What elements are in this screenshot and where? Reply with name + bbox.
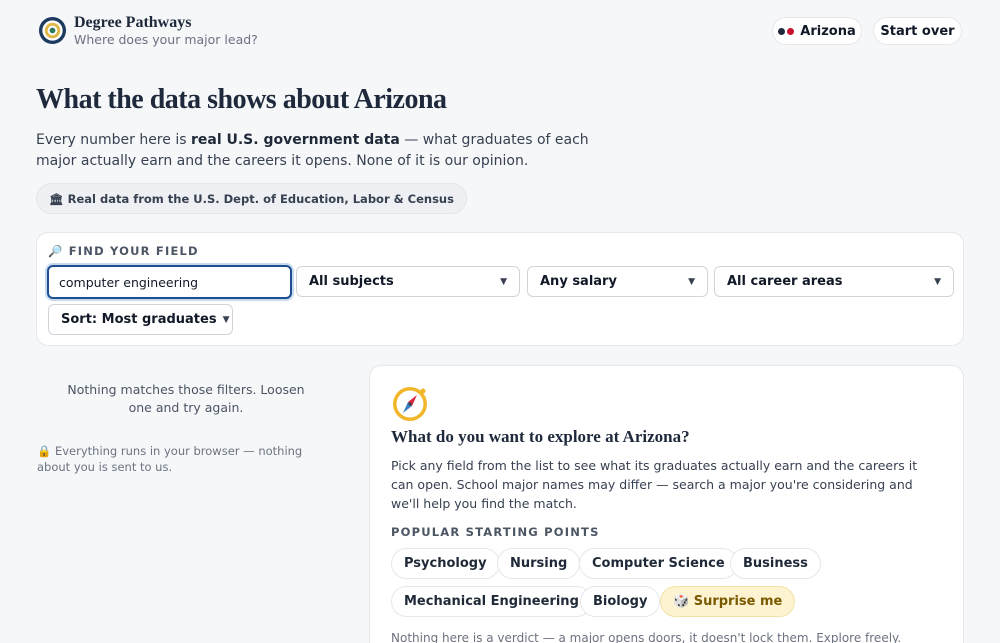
- chevron-down-icon: ▼: [688, 276, 695, 287]
- chip-biology[interactable]: Biology: [580, 586, 661, 617]
- explore-description: Pick any field from the list to see what…: [391, 458, 918, 511]
- chevron-down-icon: ▼: [500, 276, 507, 287]
- brand-title: Degree Pathways: [74, 14, 192, 31]
- salary-select[interactable]: Any salary ▼: [527, 266, 708, 297]
- chip-nursing[interactable]: Nursing: [497, 548, 581, 579]
- popular-starting-points-label: POPULAR STARTING POINTS: [391, 525, 600, 539]
- filter-panel: 🔎 FIND YOUR FIELD All subjects▼ Any sala…: [36, 232, 964, 346]
- empty-results-message: Nothing matches those filters. Loosen on…: [67, 382, 305, 415]
- page-title: What the data shows about Arizona: [36, 84, 447, 115]
- privacy-note: 🔒 Everything runs in your browser — noth…: [37, 444, 303, 474]
- chevron-down-icon: ▼: [934, 276, 941, 287]
- chip-business[interactable]: Business: [730, 548, 821, 579]
- surprise-me-button[interactable]: 🎲 Surprise me: [660, 586, 796, 617]
- subjects-select[interactable]: All subjects ▼: [296, 266, 520, 297]
- chip-mechanical-engineering[interactable]: Mechanical Engineering: [391, 586, 592, 617]
- state-label: Arizona: [800, 23, 856, 39]
- explore-title: What do you want to explore at Arizona?: [391, 427, 690, 446]
- compass-icon: [393, 387, 427, 421]
- find-field-label: 🔎 FIND YOUR FIELD: [48, 244, 199, 258]
- data-source-badge: 🏛 Real data from the U.S. Dept. of Educa…: [36, 183, 467, 214]
- explore-panel: What do you want to explore at Arizona? …: [369, 365, 964, 643]
- target-logo-icon: [38, 16, 67, 45]
- app-header: Degree Pathways Where does your major le…: [38, 14, 962, 50]
- chevron-down-icon: ▼: [222, 314, 230, 325]
- state-selector-button[interactable]: Arizona: [772, 17, 862, 45]
- intro-text: Every number here is real U.S. governmen…: [36, 132, 589, 169]
- field-search-input[interactable]: [47, 265, 292, 299]
- explore-footnote: Nothing here is a verdict — a major open…: [391, 631, 902, 643]
- sort-select[interactable]: Sort: Most graduates ▼: [48, 304, 233, 335]
- state-colors-icon: [778, 27, 795, 35]
- start-over-button[interactable]: Start over: [873, 17, 962, 45]
- chip-computer-science[interactable]: Computer Science: [579, 548, 738, 579]
- career-areas-select[interactable]: All career areas ▼: [714, 266, 954, 297]
- chip-psychology[interactable]: Psychology: [391, 548, 500, 579]
- brand-subtitle: Where does your major lead?: [74, 32, 258, 47]
- intro-emphasis: real U.S. government data: [190, 132, 400, 148]
